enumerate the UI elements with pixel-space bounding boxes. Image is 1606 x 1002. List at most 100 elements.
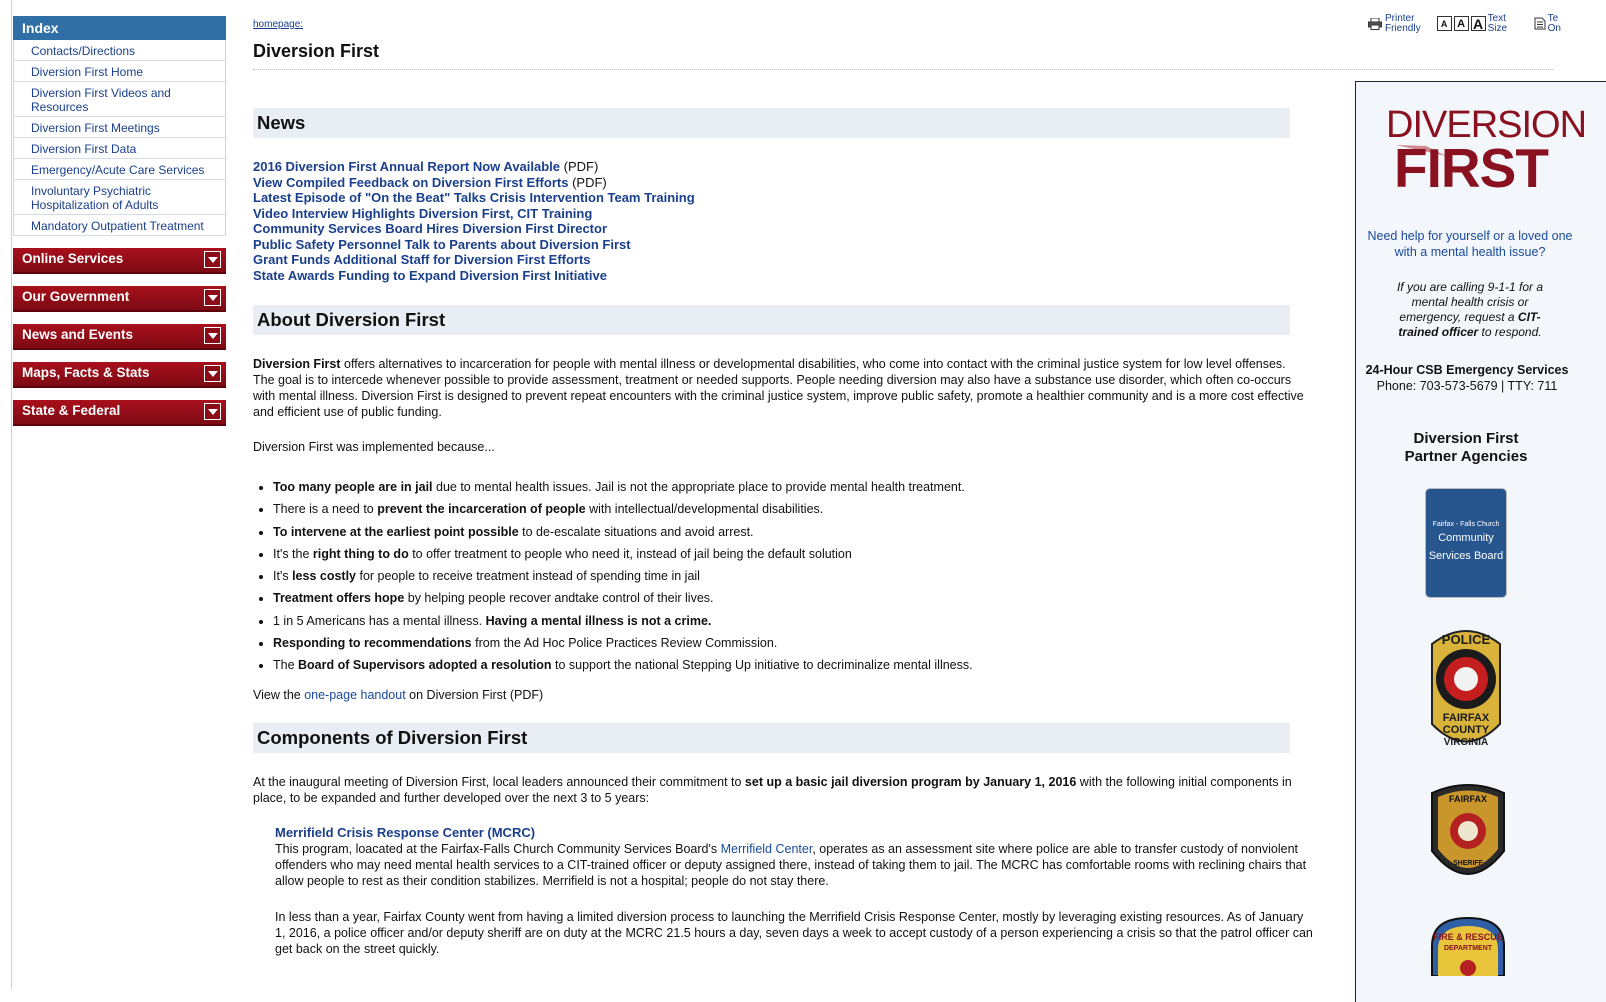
- news-link[interactable]: Grant Funds Additional Staff for Diversi…: [253, 252, 591, 267]
- csb-title: 24-Hour CSB Emergency Services: [1365, 363, 1569, 377]
- sidebar-link[interactable]: Diversion First Home: [31, 65, 143, 79]
- menu-online-services[interactable]: Online Services: [13, 248, 226, 274]
- breadcrumb[interactable]: homepage:: [253, 19, 303, 30]
- sidebar-link[interactable]: Diversion First Data: [31, 142, 136, 156]
- police-badge-line: VIRGINIA: [1444, 737, 1488, 748]
- components-heading: Components of Diversion First: [253, 722, 1290, 753]
- document-icon: [1534, 17, 1546, 30]
- news-link[interactable]: Latest Episode of "On the Beat" Talks Cr…: [253, 190, 695, 205]
- sidebar-item-home[interactable]: Diversion First Home: [14, 61, 225, 82]
- dropdown-arrow-icon[interactable]: [204, 365, 221, 382]
- main-content: homepage: Diversion First News 2016 Dive…: [253, 14, 1553, 957]
- sidebar-link[interactable]: Mandatory Outpatient Treatment: [31, 219, 204, 233]
- news-item: View Compiled Feedback on Diversion Firs…: [253, 175, 1313, 191]
- text: 1 in 5 Americans has a mental illness.: [273, 613, 486, 628]
- bold-text: prevent the incarceration of people: [377, 502, 586, 517]
- news-link[interactable]: View Compiled Feedback on Diversion Firs…: [253, 175, 568, 190]
- dropdown-arrow-icon[interactable]: [204, 289, 221, 306]
- text: View the: [253, 687, 305, 702]
- fire-rescue-badge-icon[interactable]: FIRE & RESCUE DEPARTMENT: [1426, 916, 1510, 976]
- csb-logo-small: Fairfax - Falls Church: [1432, 521, 1500, 528]
- sidebar-link[interactable]: Involuntary Psychiatric Hospitalization …: [31, 184, 158, 212]
- text-size-small-button[interactable]: A: [1436, 16, 1452, 31]
- menu-label: News and Events: [22, 327, 134, 342]
- news-suffix: (PDF): [568, 174, 607, 190]
- calling-note: If you are calling 9-1-1 for a mental he…: [1380, 280, 1560, 340]
- text-size-large-button[interactable]: A: [1470, 16, 1486, 31]
- dropdown-arrow-icon[interactable]: [204, 327, 221, 344]
- menu-maps-facts-stats[interactable]: Maps, Facts & Stats: [13, 362, 226, 388]
- news-item: Video Interview Highlights Diversion Fir…: [253, 206, 1313, 222]
- about-paragraph: Diversion First offers alternatives to i…: [253, 356, 1305, 420]
- list-item: To intervene at the earliest point possi…: [273, 521, 1313, 543]
- dropdown-arrow-icon[interactable]: [204, 403, 221, 420]
- handout-link[interactable]: one-page handout: [304, 688, 405, 702]
- page-title: Diversion First: [253, 41, 1553, 70]
- list-item: 1 in 5 Americans has a mental illness. H…: [273, 610, 1313, 632]
- police-badge-icon[interactable]: POLICE FAIRFAX COUNTY VIRGINIA: [1424, 624, 1508, 754]
- printer-icon: [1368, 17, 1382, 30]
- help-text: Need help for yourself or a loved one wi…: [1367, 229, 1573, 259]
- text-size-medium-button[interactable]: A: [1453, 16, 1469, 31]
- sheriff-badge-icon[interactable]: FAIRFAX SHERIFF: [1426, 779, 1510, 893]
- dropdown-arrow-icon[interactable]: [204, 251, 221, 268]
- merrifield-center-link[interactable]: Merrifield Center: [721, 842, 813, 856]
- menu-news-and-events[interactable]: News and Events: [13, 324, 226, 350]
- index-list: Contacts/Directions Diversion First Home…: [13, 40, 226, 236]
- page-toolbar: Printer Friendly A A A Text Size Te On: [1368, 14, 1577, 33]
- news-item: 2016 Diversion First Annual Report Now A…: [253, 159, 1313, 175]
- sidebar-item-videos[interactable]: Diversion First Videos and Resources: [14, 82, 225, 117]
- news-link[interactable]: Community Services Board Hires Diversion…: [253, 221, 607, 236]
- list-item: It's less costly for people to receive t…: [273, 565, 1313, 587]
- text: This program, loacated at the Fairfax-Fa…: [275, 841, 721, 856]
- sidebar-item-outpatient[interactable]: Mandatory Outpatient Treatment: [14, 215, 225, 236]
- csb-logo[interactable]: Fairfax - Falls Church Community Service…: [1426, 489, 1506, 597]
- police-badge-line: COUNTY: [1443, 724, 1490, 736]
- printer-label: Friendly: [1385, 22, 1421, 34]
- menu-label: State & Federal: [22, 403, 121, 418]
- right-panel: DIVERSION FIRST Need help for yourself o…: [1355, 81, 1606, 1002]
- about-heading: About Diversion First: [253, 305, 1290, 335]
- sidebar-item-emergency[interactable]: Emergency/Acute Care Services: [14, 159, 225, 180]
- csb-logo-line: Services Board: [1428, 550, 1504, 562]
- list-item: The Board of Supervisors adopted a resol…: [273, 654, 1313, 676]
- csb-phone: Phone: 703-573-5679 | TTY: 711: [1376, 379, 1558, 393]
- sidebar-link[interactable]: Diversion First Videos and Resources: [31, 86, 171, 114]
- text-only-label: On: [1547, 22, 1561, 34]
- sidebar-link[interactable]: Diversion First Meetings: [31, 121, 160, 135]
- mcrc-title-link[interactable]: Merrifield Crisis Response Center (MCRC): [275, 825, 535, 840]
- text: on Diversion First (PDF): [405, 687, 544, 702]
- news-link[interactable]: Video Interview Highlights Diversion Fir…: [253, 206, 592, 221]
- sidebar-item-meetings[interactable]: Diversion First Meetings: [14, 117, 225, 138]
- csb-logo-line: Community: [1438, 532, 1494, 544]
- bold-text: set up a basic jail diversion program by…: [744, 774, 1077, 789]
- sidebar-item-involuntary[interactable]: Involuntary Psychiatric Hospitalization …: [14, 180, 225, 215]
- sidebar-item-data[interactable]: Diversion First Data: [14, 138, 225, 159]
- text: It's the: [273, 546, 313, 561]
- text: There is a need to: [273, 502, 378, 517]
- news-link[interactable]: Public Safety Personnel Talk to Parents …: [253, 237, 631, 252]
- bold-text: Responding to recommendations: [273, 636, 472, 651]
- menu-label: Our Government: [22, 289, 130, 304]
- text: due to mental health issues. Jail is not…: [432, 480, 965, 494]
- sidebar-item-contacts[interactable]: Contacts/Directions: [14, 40, 225, 61]
- sidebar-link[interactable]: Contacts/Directions: [31, 44, 135, 58]
- list-item: Responding to recommendations from the A…: [273, 632, 1313, 654]
- news-link[interactable]: 2016 Diversion First Annual Report Now A…: [253, 159, 560, 174]
- news-suffix: (PDF): [560, 159, 599, 174]
- printer-friendly-button[interactable]: Printer Friendly: [1368, 14, 1421, 33]
- news-item: State Awards Funding to Expand Diversion…: [253, 268, 1313, 284]
- news-item: Grant Funds Additional Staff for Diversi…: [253, 252, 1313, 268]
- text: for people to receive treatment instead …: [356, 569, 700, 584]
- text: At the inaugural meeting of Diversion Fi…: [253, 774, 745, 789]
- menu-state-federal[interactable]: State & Federal: [13, 400, 226, 426]
- list-item: Too many people are in jail due to menta…: [273, 476, 1313, 498]
- news-link[interactable]: State Awards Funding to Expand Diversion…: [253, 268, 607, 283]
- fire-badge-sub: DEPARTMENT: [1444, 945, 1493, 952]
- bold-text: To intervene at the earliest point possi…: [273, 524, 519, 539]
- diversion-first-logo: DIVERSION FIRST: [1386, 106, 1587, 196]
- sidebar-link[interactable]: Emergency/Acute Care Services: [31, 163, 204, 177]
- text-only-button[interactable]: Te On: [1534, 14, 1561, 33]
- menu-our-government[interactable]: Our Government: [13, 286, 226, 312]
- news-item: Public Safety Personnel Talk to Parents …: [253, 237, 1313, 253]
